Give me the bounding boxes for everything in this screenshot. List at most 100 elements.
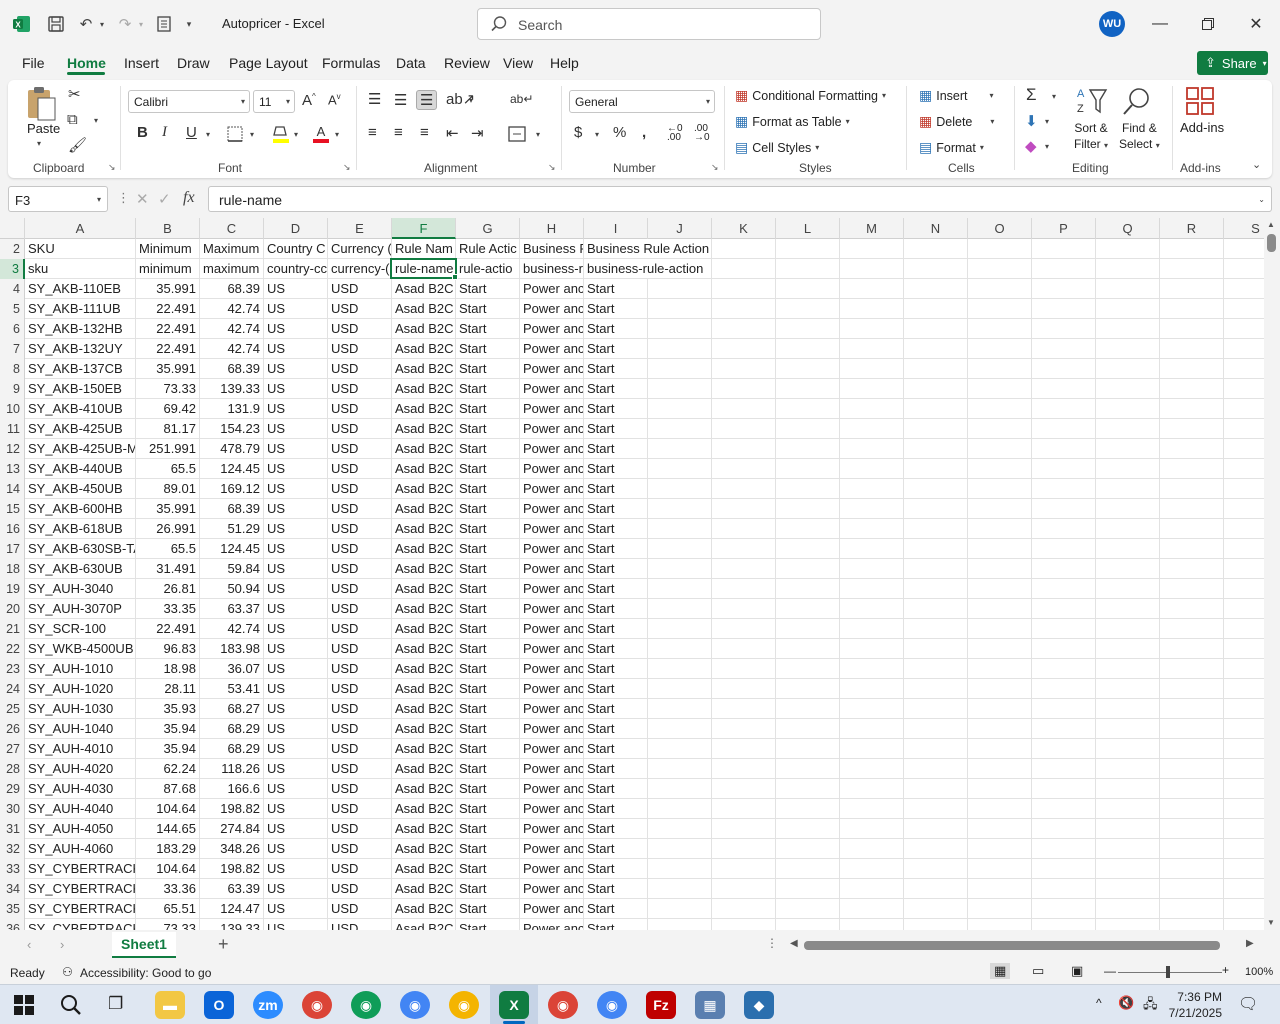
column-header-k[interactable]: K — [712, 218, 776, 239]
cell-m[interactable] — [840, 699, 904, 719]
cell-l[interactable] — [776, 339, 840, 359]
cell-n[interactable] — [904, 799, 968, 819]
row-header[interactable]: 20 — [0, 599, 25, 619]
column-header-n[interactable]: N — [904, 218, 968, 239]
cell-j[interactable] — [648, 759, 712, 779]
cell-s[interactable] — [1224, 339, 1264, 359]
cell-q[interactable] — [1096, 919, 1160, 930]
cell-c[interactable]: 59.84 — [200, 559, 264, 579]
cell-h[interactable]: Power anc — [520, 339, 584, 359]
cell-q[interactable] — [1096, 279, 1160, 299]
cell-c[interactable]: 124.47 — [200, 899, 264, 919]
cell-e[interactable]: USD — [328, 779, 392, 799]
cell-s[interactable] — [1224, 399, 1264, 419]
cell-o[interactable] — [968, 279, 1032, 299]
cell-l[interactable] — [776, 439, 840, 459]
row-header[interactable]: 7 — [0, 339, 25, 359]
fill-handle[interactable] — [452, 274, 458, 280]
format-painter-icon[interactable]: 🖌 — [68, 136, 87, 154]
cell-s[interactable] — [1224, 479, 1264, 499]
row-header[interactable]: 18 — [0, 559, 25, 579]
cell-l[interactable] — [776, 819, 840, 839]
cell-d[interactable]: US — [264, 919, 328, 930]
cell-j[interactable] — [648, 859, 712, 879]
cell-o[interactable] — [968, 439, 1032, 459]
add-ins-label[interactable]: Add-ins — [1180, 120, 1224, 135]
cell-d[interactable]: US — [264, 659, 328, 679]
cell-p[interactable] — [1032, 439, 1096, 459]
cell-b[interactable]: 87.68 — [136, 779, 200, 799]
cell-b[interactable]: 65.51 — [136, 899, 200, 919]
currency-icon[interactable]: $ — [574, 124, 582, 141]
copy-icon[interactable]: ⧉ — [67, 111, 78, 128]
cell-e[interactable]: USD — [328, 479, 392, 499]
cell-s[interactable] — [1224, 779, 1264, 799]
accessibility-icon[interactable]: ⚇ — [62, 965, 73, 979]
cell-k[interactable] — [712, 599, 776, 619]
cell-a[interactable]: SY_AUH-4020 — [25, 759, 136, 779]
cell-k[interactable] — [712, 919, 776, 930]
cell-m[interactable] — [840, 879, 904, 899]
cell-r[interactable] — [1160, 919, 1224, 930]
cell-i[interactable]: Start — [584, 839, 648, 859]
cell-i[interactable]: Start — [584, 759, 648, 779]
cell-n[interactable] — [904, 279, 968, 299]
cell-p[interactable] — [1032, 399, 1096, 419]
cell-h[interactable]: Power anc — [520, 739, 584, 759]
cell-n[interactable] — [904, 899, 968, 919]
chrome-icon[interactable]: ◉ — [597, 991, 627, 1019]
cell-i[interactable]: Start — [584, 419, 648, 439]
cell-o[interactable] — [968, 799, 1032, 819]
cell-m[interactable] — [840, 339, 904, 359]
cell-f[interactable]: Asad B2C — [392, 899, 456, 919]
cell-r[interactable] — [1160, 539, 1224, 559]
cell-b[interactable]: 35.991 — [136, 359, 200, 379]
cell-e[interactable]: USD — [328, 759, 392, 779]
insert-function-icon[interactable]: fx — [183, 189, 195, 207]
cell-p[interactable] — [1032, 699, 1096, 719]
cell-f[interactable]: Asad B2C — [392, 299, 456, 319]
cell-r[interactable] — [1160, 659, 1224, 679]
windows-start-icon[interactable] — [14, 995, 34, 1015]
cell-c[interactable]: 478.79 — [200, 439, 264, 459]
row-header[interactable]: 14 — [0, 479, 25, 499]
cell-a[interactable]: SY_CYBERTRACKF — [25, 859, 136, 879]
cell-q[interactable] — [1096, 499, 1160, 519]
cell-l[interactable] — [776, 279, 840, 299]
cell-e[interactable]: USD — [328, 279, 392, 299]
cell-b[interactable]: 35.93 — [136, 699, 200, 719]
cell-g[interactable]: Start — [456, 899, 520, 919]
cell-e[interactable]: USD — [328, 799, 392, 819]
cell-m[interactable] — [840, 239, 904, 259]
cell-k[interactable] — [712, 559, 776, 579]
cell-r[interactable] — [1160, 399, 1224, 419]
cell-k[interactable] — [712, 799, 776, 819]
cell-k[interactable] — [712, 379, 776, 399]
cell-s[interactable] — [1224, 319, 1264, 339]
chrome-icon[interactable]: ◉ — [302, 991, 332, 1019]
cell-q[interactable] — [1096, 339, 1160, 359]
cell-n[interactable] — [904, 819, 968, 839]
cell-p[interactable] — [1032, 739, 1096, 759]
cell-q[interactable] — [1096, 659, 1160, 679]
cell-i[interactable]: Start — [584, 919, 648, 930]
cell-b[interactable]: 22.491 — [136, 299, 200, 319]
cell-f[interactable]: Asad B2C — [392, 739, 456, 759]
cell-p[interactable] — [1032, 839, 1096, 859]
cell-m[interactable] — [840, 299, 904, 319]
cell-n[interactable] — [904, 579, 968, 599]
cell-p[interactable] — [1032, 919, 1096, 930]
cell-j[interactable] — [648, 519, 712, 539]
cell-g[interactable]: Start — [456, 399, 520, 419]
cell-q[interactable] — [1096, 299, 1160, 319]
cell-i[interactable]: Start — [584, 719, 648, 739]
cell-p[interactable] — [1032, 519, 1096, 539]
cell-d[interactable]: US — [264, 339, 328, 359]
column-header-r[interactable]: R — [1160, 218, 1224, 239]
column-header-c[interactable]: C — [200, 218, 264, 239]
cell-m[interactable] — [840, 759, 904, 779]
cell-e[interactable]: USD — [328, 319, 392, 339]
cell-o[interactable] — [968, 239, 1032, 259]
form-icon[interactable] — [152, 12, 176, 36]
cell-s[interactable] — [1224, 619, 1264, 639]
